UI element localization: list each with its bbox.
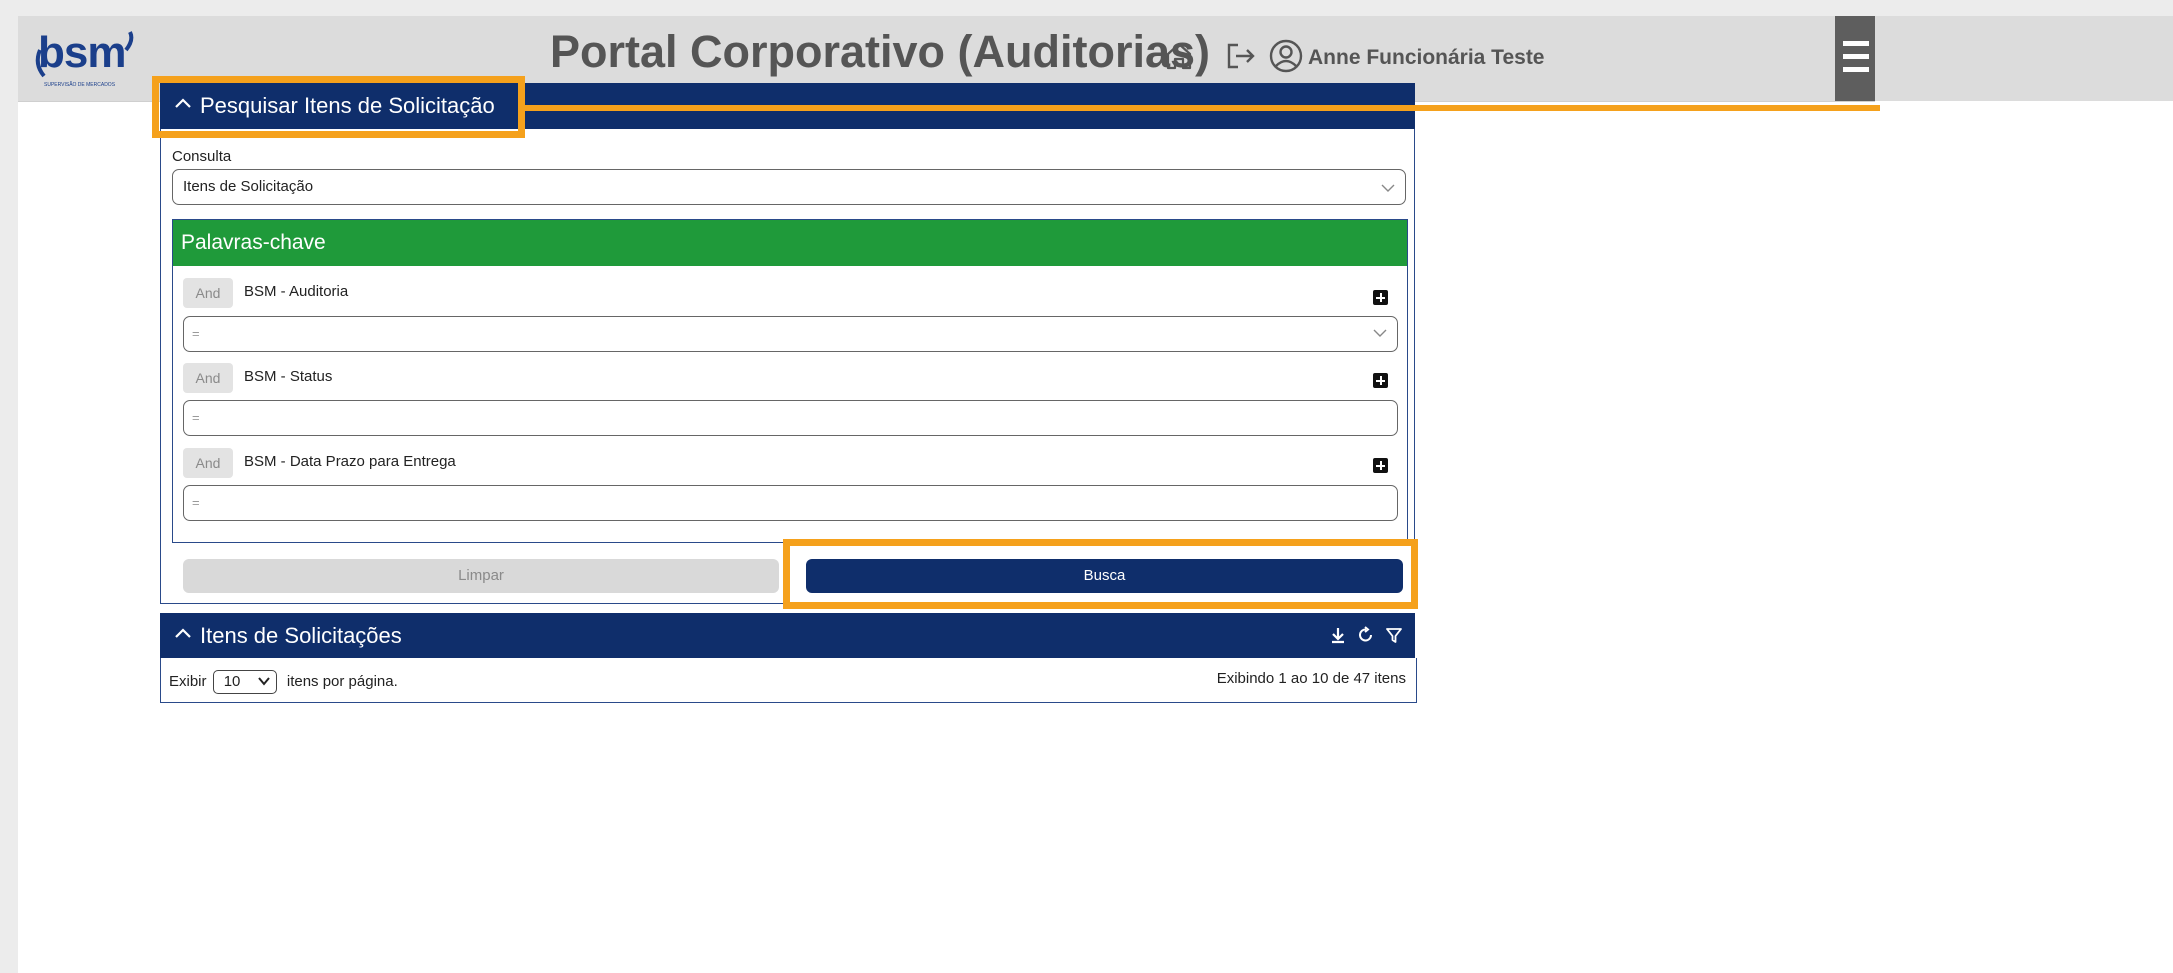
highlight-box-search-button — [783, 539, 1418, 609]
keyword-auditoria-select[interactable]: = — [183, 316, 1398, 352]
keyword-status-input[interactable]: = — [183, 400, 1398, 436]
app-window: bsm SUPERVISÃO DE MERCADOS Portal Corpor… — [18, 16, 2173, 973]
logout-icon[interactable] — [1225, 40, 1257, 72]
keyword-value: = — [192, 326, 200, 341]
logo-subtitle: SUPERVISÃO DE MERCADOS — [44, 82, 116, 88]
search-panel-body: Consulta Itens de Solicitação Palavras-c… — [160, 129, 1415, 604]
chevron-down-icon — [1381, 184, 1395, 192]
page-size-value: 10 — [223, 673, 241, 690]
add-keyword-icon[interactable] — [1373, 373, 1388, 388]
user-name[interactable]: Anne Funcionária Teste — [1308, 46, 1545, 70]
keyword-name: BSM - Data Prazo para Entrega — [244, 453, 456, 470]
page-title: Portal Corporativo (Auditorias) — [550, 26, 1211, 77]
add-keyword-icon[interactable] — [1373, 290, 1388, 305]
keyword-data-prazo-input[interactable]: = — [183, 485, 1398, 521]
results-toolbar: Exibir 10 itens por página. Exibindo 1 a… — [160, 658, 1417, 703]
operator-pill[interactable]: And — [183, 363, 233, 393]
hamburger-menu-icon[interactable] — [1835, 16, 1875, 101]
keywords-title: Palavras-chave — [181, 231, 326, 254]
keywords-header: Palavras-chave — [173, 220, 1407, 266]
keyword-value: = — [192, 410, 200, 425]
highlight-box-search-title — [152, 76, 525, 138]
home-icon[interactable] — [1164, 40, 1194, 72]
keyword-value: = — [192, 495, 200, 510]
consulta-select[interactable]: Itens de Solicitação — [172, 169, 1406, 205]
keywords-box: Palavras-chave And BSM - Auditoria = And… — [172, 219, 1408, 543]
user-circle-icon[interactable] — [1268, 38, 1304, 74]
bsm-logo[interactable]: bsm SUPERVISÃO DE MERCADOS — [30, 24, 140, 94]
right-area — [1875, 101, 2173, 973]
consulta-value: Itens de Solicitação — [183, 178, 314, 195]
page-size-select[interactable]: 10 — [212, 670, 277, 694]
results-panel-title: Itens de Solicitações — [200, 623, 402, 648]
results-count: Exibindo 1 ao 10 de 47 itens — [1216, 670, 1406, 687]
page-size-row: Exibir 10 itens por página. — [169, 670, 398, 694]
filter-icon[interactable] — [1385, 626, 1403, 644]
download-icon[interactable] — [1330, 626, 1346, 644]
chevron-down-icon — [257, 677, 270, 686]
refresh-icon[interactable] — [1357, 626, 1375, 644]
show-prefix: Exibir — [169, 672, 207, 690]
keyword-name: BSM - Status — [244, 368, 333, 385]
add-keyword-icon[interactable] — [1373, 458, 1388, 473]
show-suffix: itens por página. — [286, 672, 398, 690]
highlight-connector-line — [525, 105, 1880, 111]
chevron-up-icon — [175, 628, 191, 638]
operator-pill[interactable]: And — [183, 278, 233, 308]
operator-pill[interactable]: And — [183, 448, 233, 478]
logo-text: bsm — [38, 28, 126, 77]
consulta-label: Consulta — [172, 148, 232, 165]
keyword-name: BSM - Auditoria — [244, 283, 349, 300]
clear-button[interactable]: Limpar — [183, 559, 779, 593]
chevron-down-icon — [1373, 329, 1387, 337]
results-panel-header[interactable]: Itens de Solicitações — [160, 613, 1415, 659]
results-actions — [1324, 626, 1403, 649]
